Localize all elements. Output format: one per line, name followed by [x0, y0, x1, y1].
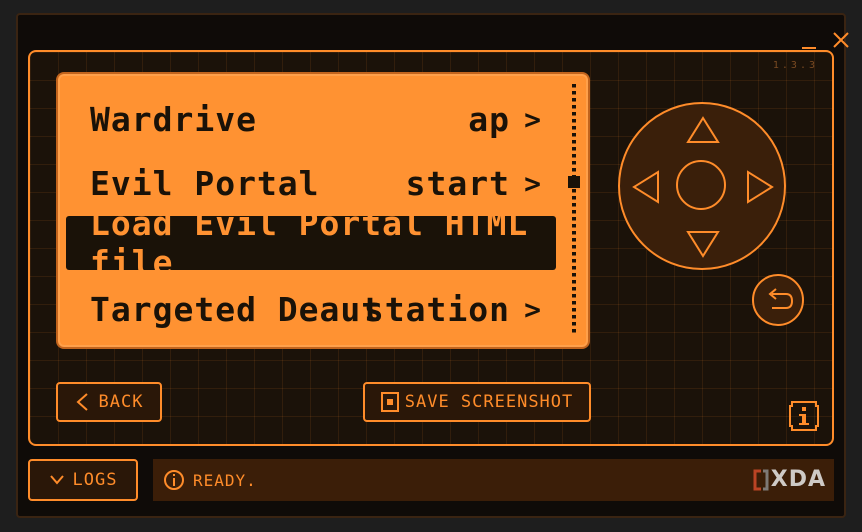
logs-button-label: LOGS	[72, 470, 118, 490]
menu-item-value: ap	[468, 99, 510, 139]
chevron-down-icon	[49, 475, 64, 485]
scrollbar-thumb[interactable]	[568, 176, 580, 188]
bracket-logo-icon	[753, 469, 769, 490]
arrow-right-icon[interactable]	[746, 170, 774, 204]
menu-item-label: Wardrive	[90, 99, 257, 139]
return-button[interactable]	[752, 274, 804, 326]
arrow-up-icon[interactable]	[686, 116, 720, 144]
menu-item-load-evil-portal[interactable]: Load Evil Portal HTML file	[66, 204, 556, 282]
menu-item-targeted-deauth[interactable]: Targeted Deaut station >	[66, 282, 556, 336]
save-screenshot-label: SAVE SCREENSHOT	[404, 392, 574, 412]
logs-button[interactable]: LOGS	[28, 459, 138, 501]
menu-item-value: start	[405, 163, 510, 203]
version-label: 1.3.3	[772, 60, 818, 71]
menu-item-label: Targeted Deaut	[90, 289, 383, 329]
menu-item-wardrive[interactable]: Wardrive ap >	[66, 92, 556, 146]
device-panel: 1.3.3 Wardrive ap > Evil Portal start > …	[28, 50, 834, 446]
minimize-icon[interactable]	[800, 31, 820, 51]
back-button-label: BACK	[98, 392, 144, 412]
xda-watermark: XDA	[770, 467, 826, 492]
chevron-right-icon: >	[524, 102, 542, 136]
info-circle-icon	[164, 470, 184, 490]
arrow-down-icon[interactable]	[686, 230, 720, 258]
return-icon	[768, 288, 794, 309]
status-text: READY.	[193, 470, 257, 490]
status-bar: READY. XDA	[153, 459, 834, 501]
info-icon[interactable]	[788, 400, 820, 432]
menu-item-label: Load Evil Portal HTML file	[90, 204, 529, 282]
device-screen: Wardrive ap > Evil Portal start > Load E…	[56, 72, 590, 349]
dpad-center-button[interactable]	[676, 160, 726, 210]
close-icon[interactable]	[832, 31, 852, 51]
save-screenshot-button[interactable]: SAVE SCREENSHOT	[363, 382, 591, 422]
scrollbar-track[interactable]	[572, 84, 576, 336]
menu-item-label: Evil Portal	[90, 163, 320, 203]
arrow-left-icon[interactable]	[632, 170, 660, 204]
save-icon	[380, 392, 399, 412]
menu-item-value: station	[363, 289, 510, 329]
menu-item-evil-portal[interactable]: Evil Portal start >	[66, 156, 556, 210]
chevron-left-icon	[76, 393, 88, 411]
xda-logo: XDA	[753, 467, 826, 492]
dpad	[618, 102, 786, 270]
back-button[interactable]: BACK	[56, 382, 162, 422]
chevron-right-icon: >	[524, 292, 542, 326]
chevron-right-icon: >	[524, 166, 542, 200]
